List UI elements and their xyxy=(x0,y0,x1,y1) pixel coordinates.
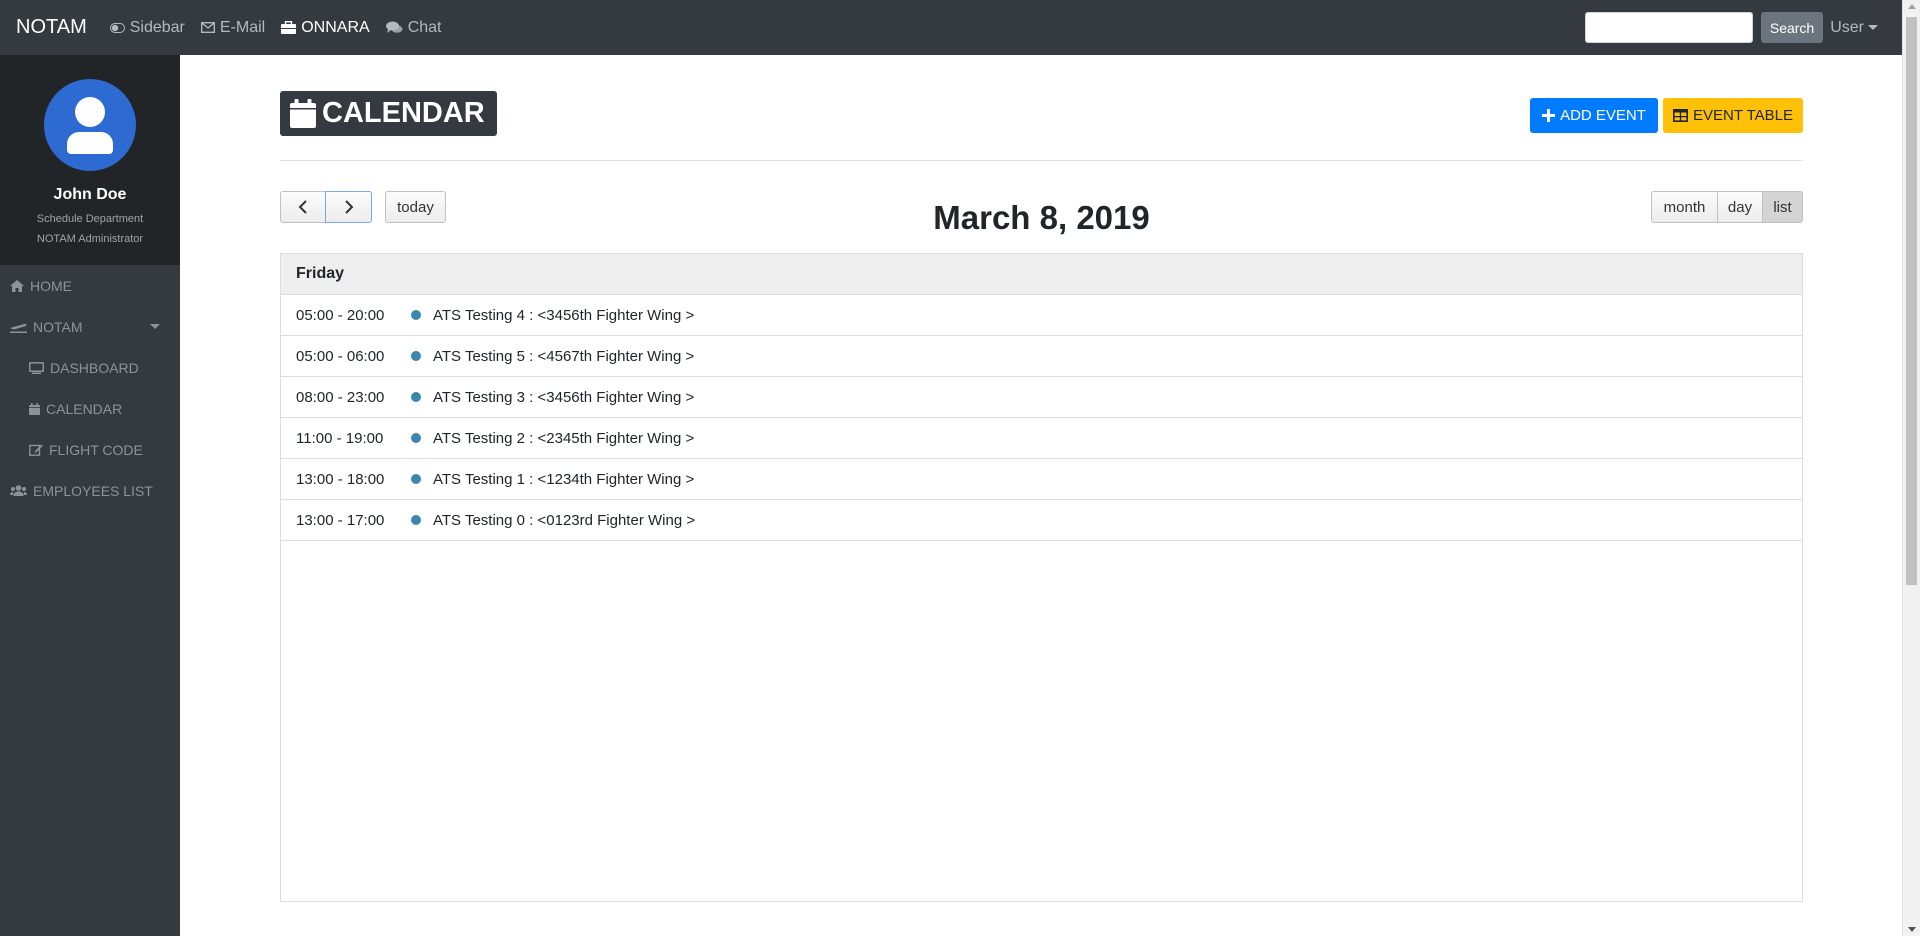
user-icon xyxy=(75,97,105,127)
event-title: ATS Testing 1 : <1234th Fighter Wing > xyxy=(433,470,695,488)
calendar-icon xyxy=(29,402,40,415)
event-time: 08:00 - 23:00 xyxy=(296,388,385,406)
sidebar-item-label: HOME xyxy=(30,277,72,294)
profile-department: Schedule Department xyxy=(36,213,144,225)
avatar xyxy=(44,79,136,171)
sidebar-item-label: NOTAM xyxy=(33,318,83,335)
sidebar-item-notam[interactable]: NOTAM xyxy=(0,306,180,347)
sidebar-item-employees-list[interactable]: EMPLOYEES LIST xyxy=(0,470,180,511)
event-title: ATS Testing 5 : <4567th Fighter Wing > xyxy=(433,347,695,365)
nav-chat-label: Chat xyxy=(407,18,442,36)
scroll-up-icon[interactable] xyxy=(1908,4,1916,9)
envelope-icon xyxy=(200,22,215,33)
event-time: 13:00 - 17:00 xyxy=(296,511,385,529)
view-month-button[interactable]: month xyxy=(1651,191,1718,223)
event-time: 05:00 - 06:00 xyxy=(296,347,385,365)
user-dropdown-label: User xyxy=(1830,18,1864,36)
event-title: ATS Testing 4 : <3456th Fighter Wing > xyxy=(433,306,695,324)
nav-onnara[interactable]: ONNARA xyxy=(281,18,370,37)
add-event-button[interactable]: ADD EVENT xyxy=(1530,98,1658,133)
sidebar-item-label: EMPLOYEES LIST xyxy=(33,482,153,499)
main-content: CALENDAR ADD EVENT EVENT TABLE today Mar… xyxy=(280,55,1803,902)
sidebar-item-calendar[interactable]: CALENDAR xyxy=(0,388,180,429)
caret-down-icon xyxy=(150,324,160,329)
event-row[interactable]: 08:00 - 23:00 ATS Testing 3 : <3456th Fi… xyxy=(281,377,1802,418)
user-dropdown[interactable]: User xyxy=(1830,19,1878,37)
nav-sidebar-label: Sidebar xyxy=(129,18,185,36)
brand-link[interactable]: NOTAM xyxy=(16,16,87,39)
scrollbar-thumb[interactable] xyxy=(1906,17,1917,585)
calendar-title: March 8, 2019 xyxy=(933,199,1150,236)
home-icon xyxy=(10,279,24,292)
event-dot-icon xyxy=(411,392,421,402)
event-row[interactable]: 05:00 - 20:00 ATS Testing 4 : <3456th Fi… xyxy=(281,295,1802,336)
sidebar: John Doe Schedule Department NOTAM Admin… xyxy=(0,55,180,936)
edit-icon xyxy=(29,444,43,456)
sidebar-item-label: DASHBOARD xyxy=(50,359,139,376)
search-input[interactable] xyxy=(1584,12,1753,43)
sidebar-item-flight-code[interactable]: FLIGHT CODE xyxy=(0,429,180,470)
caret-down-icon xyxy=(1868,25,1878,30)
page-title: CALENDAR xyxy=(280,91,497,136)
event-dot-icon xyxy=(411,474,421,484)
user-profile: John Doe Schedule Department NOTAM Admin… xyxy=(0,55,180,265)
table-icon xyxy=(1672,109,1688,122)
nav-onnara-label: ONNARA xyxy=(301,18,370,36)
toggle-icon xyxy=(109,22,125,33)
profile-role: NOTAM Administrator xyxy=(36,233,144,245)
briefcase-icon xyxy=(281,21,297,34)
view-switcher: month day list xyxy=(1651,191,1803,223)
event-dot-icon xyxy=(411,351,421,361)
event-dot-icon xyxy=(411,310,421,320)
plus-icon xyxy=(1542,109,1556,122)
calendar-icon xyxy=(290,99,316,128)
users-icon xyxy=(10,485,27,496)
nav-chat[interactable]: Chat xyxy=(385,18,442,37)
page-header: CALENDAR ADD EVENT EVENT TABLE xyxy=(280,55,1803,161)
sidebar-item-label: FLIGHT CODE xyxy=(49,441,143,458)
profile-name: John Doe xyxy=(53,186,127,203)
sidebar-item-dashboard[interactable]: DASHBOARD xyxy=(0,347,180,388)
event-row[interactable]: 05:00 - 06:00 ATS Testing 5 : <4567th Fi… xyxy=(281,336,1802,377)
plane-icon xyxy=(10,323,27,333)
event-title: ATS Testing 2 : <2345th Fighter Wing > xyxy=(433,429,695,447)
nav-email-label: E-Mail xyxy=(219,18,266,36)
desktop-icon xyxy=(29,361,44,374)
page-scrollbar[interactable] xyxy=(1902,0,1920,936)
event-row[interactable]: 13:00 - 18:00 ATS Testing 1 : <1234th Fi… xyxy=(281,459,1802,500)
add-event-label: ADD EVENT xyxy=(1560,107,1646,124)
navbar-right: Search User xyxy=(1584,12,1878,43)
event-row[interactable]: 11:00 - 19:00 ATS Testing 2 : <2345th Fi… xyxy=(281,418,1802,459)
scroll-down-icon[interactable] xyxy=(1908,927,1916,932)
event-row[interactable]: 13:00 - 17:00 ATS Testing 0 : <0123rd Fi… xyxy=(281,500,1802,541)
list-day-heading: Friday xyxy=(281,254,1802,295)
event-title: ATS Testing 0 : <0123rd Fighter Wing > xyxy=(433,511,696,529)
event-time: 11:00 - 19:00 xyxy=(296,429,384,447)
top-navbar: NOTAM Sidebar E-Mail ONNARA Chat Search … xyxy=(0,0,1902,55)
view-day-button[interactable]: day xyxy=(1717,191,1763,223)
calendar-toolbar: today March 8, 2019 month day list xyxy=(280,161,1803,253)
view-list-button[interactable]: list xyxy=(1762,191,1803,223)
event-dot-icon xyxy=(411,515,421,525)
sidebar-item-label: CALENDAR xyxy=(46,400,123,417)
event-time: 05:00 - 20:00 xyxy=(296,306,385,324)
nav-email[interactable]: E-Mail xyxy=(200,18,266,37)
search-button[interactable]: Search xyxy=(1760,12,1824,43)
event-table-label: EVENT TABLE xyxy=(1692,107,1794,124)
nav-sidebar-toggle[interactable]: Sidebar xyxy=(109,18,185,37)
event-title: ATS Testing 3 : <3456th Fighter Wing > xyxy=(433,388,695,406)
sidebar-item-home[interactable]: HOME xyxy=(0,265,180,306)
page-title-text: CALENDAR xyxy=(322,97,485,129)
event-table-button[interactable]: EVENT TABLE xyxy=(1663,98,1803,133)
event-dot-icon xyxy=(411,433,421,443)
event-time: 13:00 - 18:00 xyxy=(296,470,385,488)
comments-icon xyxy=(385,21,403,33)
event-list: Friday 05:00 - 20:00 ATS Testing 4 : <34… xyxy=(280,253,1803,902)
